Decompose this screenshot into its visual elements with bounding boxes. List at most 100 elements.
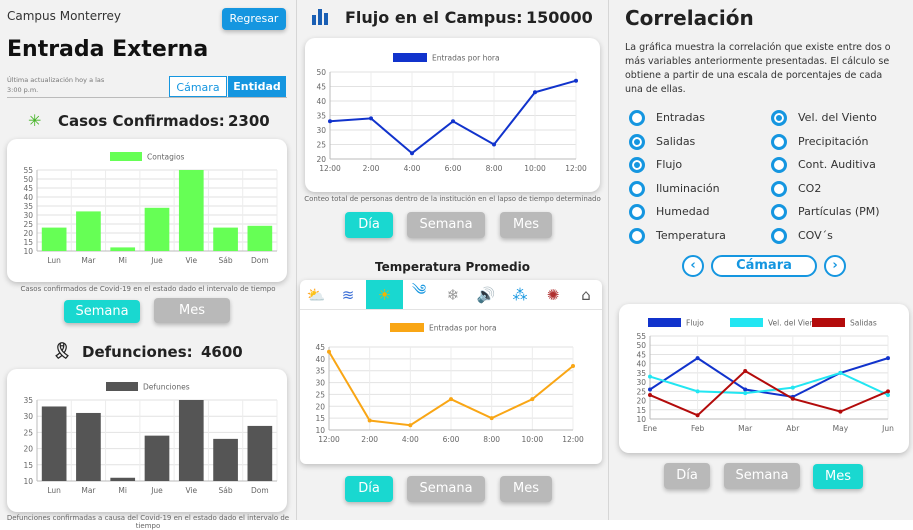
radio-button[interactable]: [771, 204, 787, 220]
x-tick-label: Abr: [786, 424, 800, 433]
flow-month-button[interactable]: Mes: [500, 212, 552, 238]
contagios-chart-card: 10 15 20 25 30 35 40 45 50 55 Lun Mar Mi Jue Vie Sáb Dom…: [7, 139, 287, 282]
radio-button[interactable]: [629, 227, 645, 244]
bar: [41, 406, 67, 481]
data-point: [648, 393, 652, 398]
data-point: [695, 356, 700, 361]
next-source-button[interactable]: ›: [824, 255, 846, 277]
tab-entidad[interactable]: Entidad: [228, 76, 286, 97]
correlation-day-button[interactable]: Día: [664, 463, 710, 489]
temperature-week-button[interactable]: Semana: [407, 476, 485, 502]
bar: [178, 170, 204, 251]
tab-camara[interactable]: Cámara: [169, 76, 227, 97]
x-tick-label: Lun: [47, 256, 61, 265]
data-point: [410, 151, 414, 156]
defunciones-chart-card: 10 15 20 25 30 35 Lun Mar Mi Jue Vie Sáb Dom Defuncio…: [7, 369, 287, 512]
radio-button[interactable]: [771, 157, 787, 173]
wind-icon[interactable]: ༄: [403, 280, 435, 309]
sun-cloud-icon[interactable]: ⛅: [300, 280, 332, 309]
data-point: [408, 423, 413, 428]
ribbon-icon: 🎗: [52, 341, 73, 360]
particles-icon[interactable]: ⁂: [504, 280, 536, 309]
prev-source-button[interactable]: ‹: [682, 255, 704, 277]
bar: [41, 227, 67, 251]
y-tick-label: 45: [315, 343, 325, 352]
sun-icon[interactable]: ☀: [366, 280, 403, 309]
temperature-month-button[interactable]: Mes: [500, 476, 552, 502]
source-selector[interactable]: Cámara: [711, 255, 817, 277]
legend-swatch: [390, 323, 424, 332]
campus-name: Campus Monterrey: [7, 9, 121, 23]
y-tick-label: 20: [636, 397, 646, 406]
flow-day-button[interactable]: Día: [345, 212, 393, 238]
temperature-day-button[interactable]: Día: [345, 476, 393, 502]
sound-icon[interactable]: 🔊: [470, 280, 502, 309]
legend-label: Entradas por hora: [432, 54, 500, 63]
confirmed-week-button[interactable]: Semana: [64, 300, 140, 323]
back-button[interactable]: Regresar: [222, 8, 286, 30]
virus-icon[interactable]: ✺: [537, 280, 569, 309]
snow-icon[interactable]: ❄: [437, 280, 469, 309]
fog-icon[interactable]: ≋: [332, 280, 364, 309]
legend-swatch: [730, 318, 763, 327]
radio-button[interactable]: [771, 133, 787, 150]
contagios-chart: 10152025303540455055 Lun Mar Mi Jue Vie Sáb Dom…: [23, 152, 278, 265]
temperatura-chart: 10 15 20 25 30 35 40 45 12:00 2:00 4:00 6:00 8:00 10:…: [315, 323, 584, 444]
y-tick-label: 15: [315, 414, 325, 423]
x-tick-label: 12:00: [318, 435, 340, 444]
temperatura-chart-card: ⛅ ≋ ☀ ༄ ❄ 🔊 ⁂ ✺ ⌂ 10 15 20 25 30 35 40 45 12:00 2…: [300, 280, 602, 464]
radio-button[interactable]: [629, 204, 645, 220]
y-tick-label: 45: [636, 350, 646, 359]
data-point: [327, 349, 331, 354]
data-point: [451, 119, 455, 124]
legend-swatch: [393, 53, 427, 62]
data-point: [367, 418, 372, 423]
y-tick-label: 30: [315, 379, 325, 388]
data-point: [328, 119, 332, 124]
x-tick-label: Mar: [81, 256, 96, 265]
y-tick-label: 30: [316, 126, 326, 135]
y-tick-label: 10: [23, 247, 33, 256]
bar: [213, 438, 238, 481]
legend-label: Defunciones: [143, 383, 190, 392]
legend-label: Flujo: [686, 319, 704, 328]
y-tick-label: 35: [316, 112, 326, 121]
data-point: [449, 397, 453, 402]
radio-button[interactable]: [771, 180, 787, 197]
x-tick-label: 10:00: [524, 164, 546, 173]
radio-button[interactable]: [629, 180, 645, 197]
bar: [110, 247, 136, 251]
right-panel: Correlación La gráfica muestra la correl…: [609, 0, 913, 520]
radio-button[interactable]: [629, 110, 645, 126]
correlation-week-button[interactable]: Semana: [724, 463, 800, 489]
x-tick-label: Mi: [118, 256, 127, 265]
x-tick-label: 2:00: [361, 435, 378, 444]
weather-icon-bar: ⛅ ≋ ☀ ༄ ❄ 🔊 ⁂ ✺ ⌂: [300, 280, 602, 310]
bar: [76, 211, 101, 251]
correlacion-chart-card: 10 15 20 25 30 35 40 45 50 55 Ene Feb Mar Abr May Jun Fl…: [619, 304, 909, 453]
variable-label: Vel. del Viento: [798, 111, 877, 124]
x-tick-label: 12:00: [319, 164, 341, 173]
building-icon[interactable]: ⌂: [570, 280, 602, 309]
x-tick-label: Jue: [150, 256, 163, 265]
flow-week-button[interactable]: Semana: [407, 212, 485, 238]
y-tick-label: 20: [23, 229, 33, 238]
radio-button[interactable]: [771, 110, 787, 126]
data-point: [886, 356, 890, 361]
bar: [213, 227, 238, 251]
correlation-month-button[interactable]: Mes: [813, 464, 863, 489]
x-tick-label: 4:00: [402, 435, 419, 444]
y-tick-label: 55: [636, 332, 646, 341]
radio-button[interactable]: [629, 157, 645, 173]
radio-button[interactable]: [629, 133, 645, 150]
y-tick-label: 10: [23, 477, 33, 486]
data-point: [369, 116, 373, 121]
y-tick-label: 20: [316, 155, 326, 164]
data-point: [648, 387, 652, 392]
radio-button[interactable]: [771, 227, 787, 244]
variable-label: Partículas (PM): [798, 205, 880, 218]
confirmed-month-button[interactable]: Mes: [154, 298, 230, 323]
bar-chart-icon: [312, 9, 328, 29]
x-tick-label: 8:00: [483, 435, 500, 444]
data-point: [790, 396, 795, 401]
